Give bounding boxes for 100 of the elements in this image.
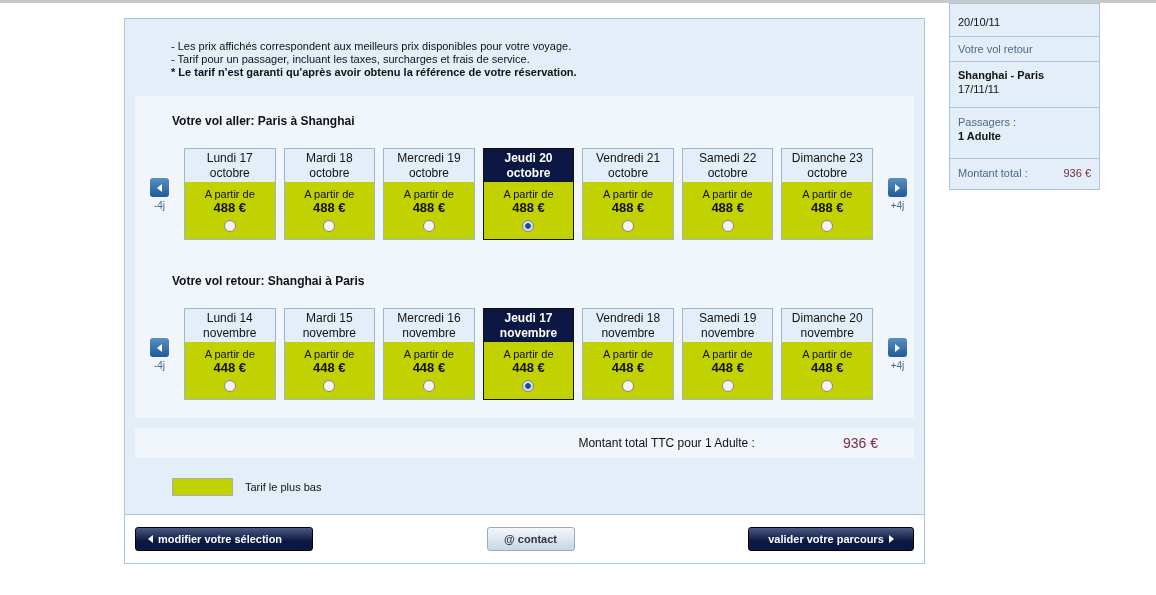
month-label: novembre [600, 325, 656, 341]
total-amount: 936 € [842, 435, 878, 451]
fare-price: 488 € [711, 200, 744, 215]
from-label: A partir de [304, 188, 355, 200]
fare-price: 488 € [810, 200, 844, 215]
passengers-label: Passagers : [958, 116, 1018, 128]
from-label: A partir de [304, 348, 355, 360]
month-label: octobre [706, 165, 749, 181]
nav-label: +4j [890, 360, 905, 371]
radio-button[interactable] [721, 220, 734, 232]
left-triangle-icon [157, 183, 162, 192]
legend-swatch [172, 478, 233, 496]
next-days-button[interactable] [888, 178, 907, 197]
from-label: A partir de [702, 188, 753, 200]
date-fare-card[interactable]: Mercredi 19 octobre A partir de 488 € [383, 148, 475, 240]
day-label: Dimanche 23 [790, 150, 864, 166]
radio-button[interactable] [821, 220, 834, 232]
next-days-button[interactable] [888, 338, 907, 357]
from-label: A partir de [403, 348, 454, 360]
month-label: novembre [498, 325, 559, 341]
from-label: A partir de [603, 188, 654, 200]
month-label: octobre [308, 165, 351, 181]
radio-button[interactable] [622, 380, 635, 392]
month-label: octobre [407, 165, 450, 181]
fare-price: 448 € [512, 360, 545, 375]
radio-button[interactable] [422, 220, 435, 232]
radio-button[interactable] [223, 220, 236, 232]
total-label: Montant total : [958, 167, 1028, 179]
previous-days-button[interactable] [150, 338, 169, 357]
fare-price: 488 € [611, 200, 645, 215]
radio-button[interactable] [522, 220, 535, 232]
left-triangle-icon [148, 535, 153, 543]
fare-price: 488 € [213, 200, 247, 215]
date-fare-card[interactable]: Mardi 15 novembre A partir de 448 € [283, 308, 376, 400]
radio-button[interactable] [522, 380, 535, 392]
date-fare-card[interactable]: Lundi 14 novembre A partir de 448 € [183, 308, 276, 400]
radio-button[interactable] [422, 380, 435, 392]
month-label: octobre [806, 165, 849, 181]
month-label: novembre [401, 325, 457, 341]
day-label: Lundi 14 [205, 310, 254, 326]
from-label: A partir de [802, 188, 853, 200]
right-triangle-icon [888, 535, 894, 543]
nav-label: +4j [890, 200, 905, 211]
date-fare-card[interactable]: Vendredi 18 novembre A partir de 448 € [582, 308, 674, 400]
fare-price: 448 € [810, 360, 844, 375]
previous-days-button[interactable] [150, 178, 169, 197]
return-route: Shanghai - Paris [958, 69, 1046, 81]
day-label: Mardi 18 [305, 150, 354, 166]
contact-button[interactable]: @ contact [486, 527, 575, 551]
legend-label: Tarif le plus bas [245, 481, 322, 493]
fare-price: 448 € [711, 360, 744, 375]
date-fare-card[interactable]: Lundi 17 octobre A partir de 488 € [183, 148, 276, 240]
day-label: Samedi 19 [697, 310, 758, 326]
date-fare-card[interactable]: Mercredi 16 novembre A partir de 448 € [383, 308, 475, 400]
day-label: Jeudi 20 [503, 150, 554, 166]
fare-price: 448 € [213, 360, 247, 375]
day-label: Lundi 17 [205, 150, 254, 166]
nav-label: -4j [153, 200, 166, 211]
date-fare-card[interactable]: Samedi 22 octobre A partir de 488 € [681, 148, 774, 240]
radio-button[interactable] [323, 380, 336, 392]
radio-button[interactable] [223, 380, 236, 392]
from-label: A partir de [503, 188, 554, 200]
right-triangle-icon [895, 343, 900, 352]
nav-label: -4j [153, 360, 166, 371]
fare-price: 488 € [313, 200, 346, 215]
day-label: Mardi 15 [305, 310, 354, 326]
passengers-count: 1 Adulte [958, 130, 1002, 142]
radio-button[interactable] [721, 380, 734, 392]
return-date: 17/11/11 [958, 83, 1001, 95]
day-label: Dimanche 20 [790, 310, 864, 326]
info-note: - Tarif pour un passager, incluant les taxes, surcharges et frais de service. [171, 53, 531, 65]
from-label: A partir de [603, 348, 654, 360]
date-fare-card[interactable]: Samedi 19 novembre A partir de 448 € [681, 308, 774, 400]
from-label: A partir de [503, 348, 554, 360]
modify-button[interactable]: modifier votre sélection [135, 527, 313, 551]
total-amount: 936 € [1063, 167, 1091, 179]
radio-button[interactable] [821, 380, 834, 392]
date-fare-card[interactable]: Dimanche 23 octobre A partir de 488 € [781, 148, 873, 240]
month-label: octobre [607, 165, 650, 181]
radio-button[interactable] [622, 220, 635, 232]
month-label: octobre [208, 165, 251, 181]
day-label: Samedi 22 [697, 150, 758, 166]
month-label: novembre [202, 325, 258, 341]
fare-price: 488 € [412, 200, 446, 215]
date-fare-card[interactable]: Vendredi 21 octobre A partir de 488 € [582, 148, 674, 240]
day-label: Mercredi 19 [396, 150, 462, 166]
radio-button[interactable] [323, 220, 336, 232]
from-label: A partir de [802, 348, 853, 360]
day-label: Vendredi 18 [595, 310, 662, 326]
validate-button[interactable]: valider votre parcours [748, 527, 914, 551]
from-label: A partir de [204, 348, 255, 360]
date-fare-card[interactable]: Jeudi 17 novembre A partir de 448 € [482, 308, 575, 400]
month-label: novembre [301, 325, 357, 341]
fare-price: 448 € [611, 360, 645, 375]
date-fare-card[interactable]: Jeudi 20 octobre A partir de 488 € [482, 148, 575, 240]
date-fare-card[interactable]: Mardi 18 octobre A partir de 488 € [283, 148, 376, 240]
date-fare-card[interactable]: Dimanche 20 novembre A partir de 448 € [781, 308, 873, 400]
day-label: Vendredi 21 [595, 150, 662, 166]
from-label: A partir de [702, 348, 753, 360]
month-label: novembre [699, 325, 756, 341]
